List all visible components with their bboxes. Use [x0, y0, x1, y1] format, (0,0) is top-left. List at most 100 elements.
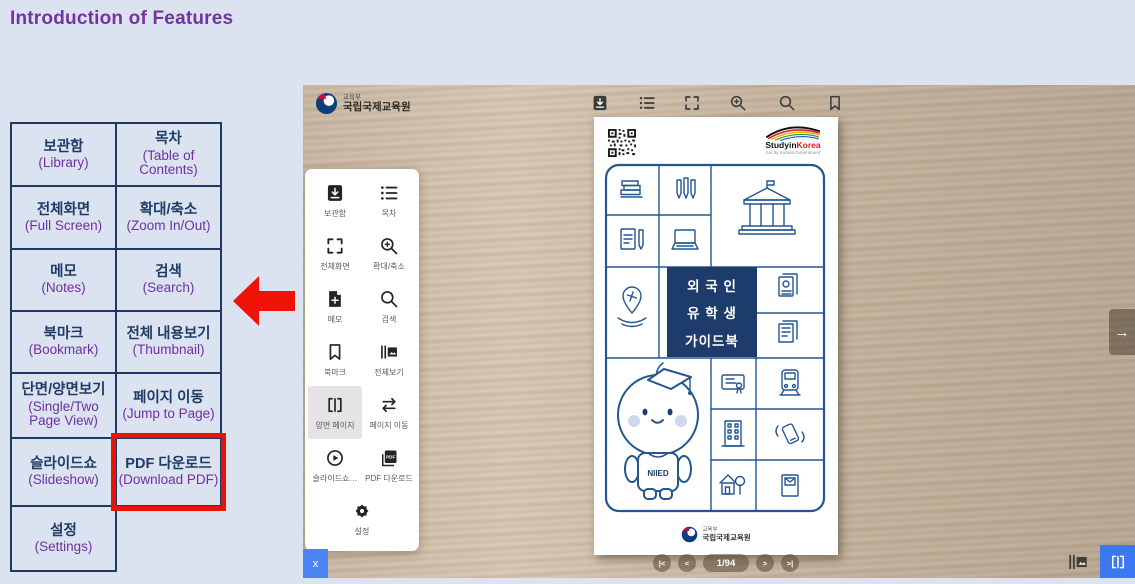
ebook-viewer-screenshot: 교육부 국립국제교육원 보관함 목차 전체화면 확대/축소 메모 검색 북마크 …	[303, 85, 1135, 578]
organization-label: 국립국제교육원	[343, 102, 411, 114]
feature-korean: 슬라이드쇼	[13, 456, 114, 473]
two-page-view-toggle-button[interactable]	[1100, 545, 1135, 578]
slideshow-icon	[325, 448, 345, 468]
feature-english: (Slideshow)	[13, 473, 114, 488]
menu-item-toc[interactable]: 목차	[362, 175, 416, 228]
feature-english: (Zoom In/Out)	[118, 219, 219, 234]
thumbnail-view-button[interactable]	[1067, 551, 1089, 573]
zoom-in-icon	[379, 236, 399, 256]
feature-cell-thumbnail: 전체 내용보기(Thumbnail)	[116, 311, 221, 373]
mascot-character: NIIED	[618, 363, 698, 499]
menu-item-fullscreen[interactable]: 전체화면	[308, 228, 362, 281]
gov-logo-icon	[681, 526, 698, 543]
first-page-button[interactable]: |<	[653, 554, 671, 572]
feature-korean: 단면/양면보기	[13, 382, 114, 399]
feature-korean: 목차	[118, 131, 219, 148]
empty-cell	[116, 506, 221, 571]
menu-item-label: 검색	[382, 314, 397, 325]
bookmark-icon	[325, 342, 345, 362]
feature-english: (Table of Contents)	[118, 149, 219, 178]
feature-english: (Bookmark)	[13, 343, 114, 358]
fullscreen-icon	[683, 94, 701, 112]
feature-korean: 설정	[13, 523, 114, 540]
feature-korean: PDF 다운로드	[118, 456, 219, 473]
toc-icon	[638, 94, 656, 112]
table-row: 설정(Settings)	[11, 506, 221, 571]
feature-cell-jump-page: 페이지 이동(Jump to Page)	[116, 373, 221, 438]
menu-item-zoom[interactable]: 확대/축소	[362, 228, 416, 281]
two-page-icon	[1109, 553, 1127, 571]
page-title: Introduction of Features	[10, 8, 233, 30]
library-icon	[325, 183, 345, 203]
feature-korean: 전체 내용보기	[118, 326, 219, 343]
menu-item-slideshow[interactable]: 슬라이드쇼…	[308, 439, 362, 492]
feature-cell-bookmark: 북마크(Bookmark)	[11, 311, 116, 373]
thumbnail-icon	[1067, 551, 1089, 573]
menu-item-label: 페이지 이동	[369, 420, 408, 431]
menu-item-label: 목차	[382, 208, 397, 219]
feature-english: (Search)	[118, 281, 219, 296]
previous-page-button[interactable]: <	[678, 554, 696, 572]
settings-gear-icon	[352, 501, 372, 521]
menu-item-label: 슬라이드쇼…	[313, 473, 358, 484]
toolbar-fullscreen-button[interactable]	[683, 94, 701, 112]
viewer-header-brand: 교육부 국립국제교육원	[315, 92, 411, 115]
feature-korean: 메모	[13, 264, 114, 281]
organization-label: 국립국제교육원	[702, 534, 750, 542]
toolbar-toc-button[interactable]	[638, 94, 656, 112]
menu-close-button[interactable]: x	[303, 549, 328, 578]
menu-item-two-page-selected[interactable]: 양면 페이지	[308, 386, 362, 439]
menu-item-label: PDF 다운로드	[365, 473, 413, 484]
feature-cell-fullscreen: 전체화면(Full Screen)	[11, 186, 116, 249]
page-indicator[interactable]: 1/94	[703, 554, 749, 572]
features-table: 보관함(Library) 목차(Table of Contents) 전체화면(…	[10, 122, 222, 572]
menu-item-bookmark[interactable]: 북마크	[308, 334, 362, 387]
toolbar-bookmark-button[interactable]	[826, 94, 844, 112]
studyinkorea-tagline: run by Korean Government	[758, 150, 828, 155]
table-row: 전체화면(Full Screen) 확대/축소(Zoom In/Out)	[11, 186, 221, 249]
next-page-button[interactable]: →	[1109, 309, 1135, 355]
menu-item-library[interactable]: 보관함	[308, 175, 362, 228]
feature-korean: 전체화면	[13, 202, 114, 219]
menu-item-jump-page[interactable]: 페이지 이동	[362, 386, 416, 439]
table-row: 보관함(Library) 목차(Table of Contents)	[11, 123, 221, 186]
book-cover-page: StudyinKorea run by Korean Government	[594, 117, 838, 555]
table-row: 슬라이드쇼(Slideshow) PDF 다운로드(Download PDF)	[11, 438, 221, 506]
qr-code	[608, 129, 636, 157]
next-page-button-small[interactable]: >	[756, 554, 774, 572]
right-arrow-icon: →	[1115, 324, 1130, 341]
feature-english: (Library)	[13, 156, 114, 171]
thumbnail-icon	[379, 342, 399, 362]
menu-item-settings[interactable]: 설정	[308, 492, 416, 545]
last-page-button[interactable]: >|	[781, 554, 799, 572]
menu-item-label: 양면 페이지	[315, 420, 354, 431]
zoom-in-icon	[729, 94, 747, 112]
red-left-arrow	[233, 276, 295, 326]
feature-korean: 페이지 이동	[118, 390, 219, 407]
feature-cell-search: 검색(Search)	[116, 249, 221, 311]
menu-item-search[interactable]: 검색	[362, 281, 416, 334]
feature-cell-toc: 목차(Table of Contents)	[116, 123, 221, 186]
feature-english: (Settings)	[13, 540, 114, 555]
menu-item-memo[interactable]: 메모	[308, 281, 362, 334]
pdf-download-icon	[379, 448, 399, 468]
menu-item-pdf-download[interactable]: PDF 다운로드	[362, 439, 416, 492]
menu-item-thumbnail[interactable]: 전체보기	[362, 334, 416, 387]
feature-korean: 확대/축소	[118, 202, 219, 219]
fullscreen-icon	[325, 236, 345, 256]
feature-korean: 검색	[118, 264, 219, 281]
feature-cell-notes: 메모(Notes)	[11, 249, 116, 311]
book-title-line: 유 학 생	[687, 302, 737, 322]
jump-page-icon	[379, 395, 399, 415]
table-row: 메모(Notes) 검색(Search)	[11, 249, 221, 311]
toolbar-zoom-button[interactable]	[729, 94, 747, 112]
feature-english: (Download PDF)	[118, 473, 219, 488]
toolbar-library-button[interactable]	[591, 94, 609, 112]
feature-english: (Single/Two Page View)	[13, 400, 114, 429]
feature-korean: 북마크	[13, 326, 114, 343]
feature-cell-zoom: 확대/축소(Zoom In/Out)	[116, 186, 221, 249]
book-title-line: 가이드북	[685, 330, 739, 350]
toolbar-search-button[interactable]	[778, 94, 796, 112]
table-row: 단면/양면보기(Single/Two Page View) 페이지 이동(Jum…	[11, 373, 221, 438]
mascot-shirt-label: NIIED	[647, 469, 669, 478]
